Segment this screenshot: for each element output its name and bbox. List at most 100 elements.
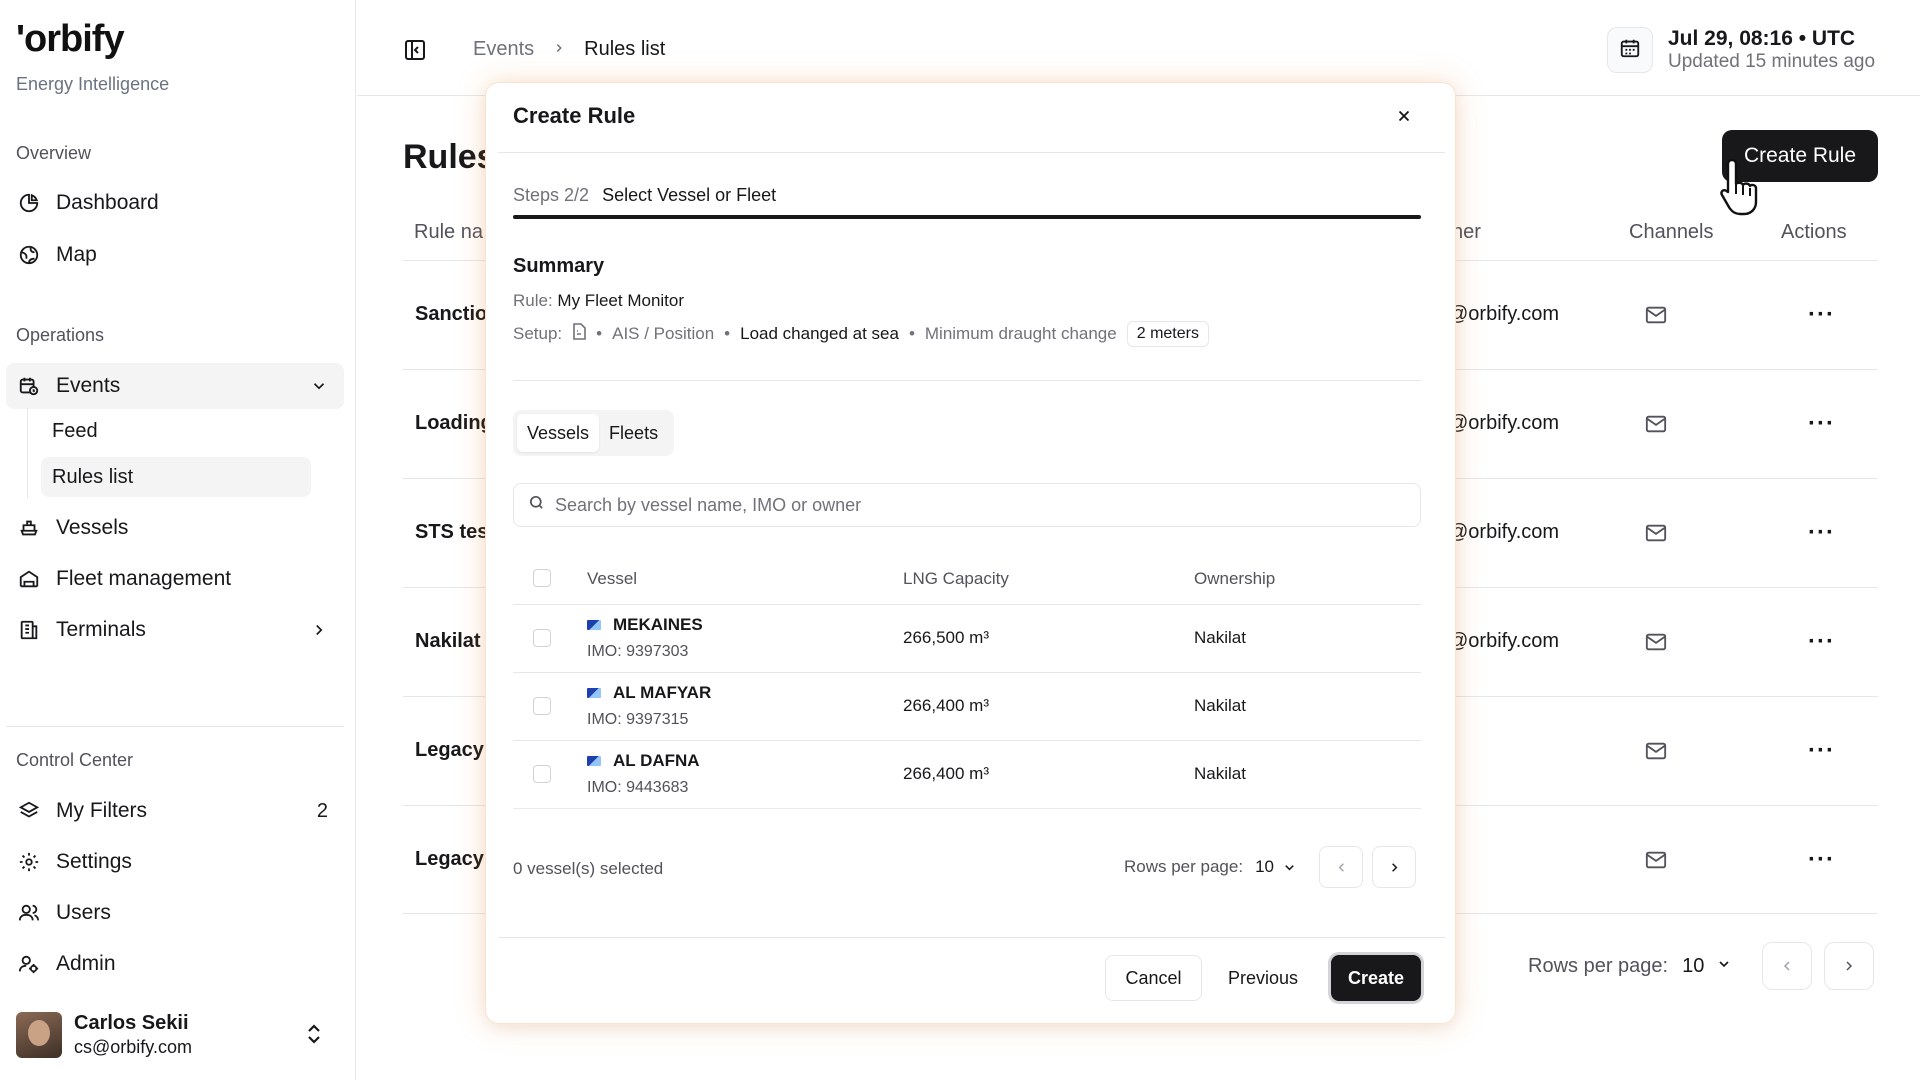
- vessel-search-input[interactable]: [555, 494, 1375, 516]
- users-icon: [16, 900, 42, 926]
- rows-per-page-select[interactable]: 10: [1682, 955, 1732, 978]
- rule-name: Legacy: [415, 848, 484, 870]
- more-actions-icon[interactable]: ···: [1808, 846, 1835, 874]
- logo-tagline: Energy Intelligence: [16, 74, 170, 94]
- sidebar-subitem-label: Rules list: [52, 465, 134, 488]
- more-actions-icon[interactable]: ···: [1808, 737, 1835, 765]
- tab-fleets[interactable]: Fleets: [599, 414, 668, 452]
- orbify-logo[interactable]: 'orbify: [16, 18, 125, 61]
- row-checkbox[interactable]: [533, 765, 551, 783]
- column-header-rule-name[interactable]: Rule na: [414, 221, 483, 244]
- sidebar-item-settings[interactable]: Settings: [6, 839, 344, 885]
- sidebar-item-events[interactable]: Events: [6, 363, 344, 409]
- sidebar-subitem-rules-list[interactable]: Rules list: [41, 457, 311, 497]
- step-count: Steps 2/2: [513, 185, 590, 205]
- column-header-owner[interactable]: ner: [1452, 221, 1481, 244]
- summary-divider: [513, 380, 1421, 381]
- rows-per-page-label: Rows per page:: [1124, 857, 1244, 876]
- vessel-name: MEKAINES: [613, 615, 703, 634]
- search-box: [513, 483, 1421, 527]
- user-profile[interactable]: Carlos Sekii cs@orbify.com: [16, 1010, 336, 1060]
- sidebar-item-admin[interactable]: Admin: [6, 941, 344, 987]
- sidebar-item-vessels[interactable]: Vessels: [6, 505, 344, 551]
- close-icon[interactable]: [1389, 101, 1419, 131]
- vessel-row[interactable]: MEKAINES IMO: 9397303 266,500 m³ Nakilat: [513, 605, 1421, 673]
- calendar-button[interactable]: [1607, 27, 1653, 73]
- modal-next-page-button[interactable]: [1372, 846, 1416, 888]
- chevron-right-icon[interactable]: [310, 607, 328, 653]
- sidebar-item-users[interactable]: Users: [6, 890, 344, 936]
- more-actions-icon[interactable]: ···: [1808, 301, 1835, 329]
- chevron-right-icon: [1391, 862, 1397, 872]
- vessel-fleet-tabs: Vessels Fleets: [513, 410, 674, 456]
- sidebar-item-terminals[interactable]: Terminals: [6, 607, 344, 653]
- more-actions-icon[interactable]: ···: [1808, 519, 1835, 547]
- rule-name: STS tes: [415, 521, 489, 543]
- modal-prev-page-button[interactable]: [1319, 846, 1363, 888]
- sidebar-subitem-feed[interactable]: Feed: [41, 411, 311, 451]
- gear-icon: [16, 849, 42, 875]
- hand-cursor-icon: [1718, 156, 1768, 220]
- tab-vessels[interactable]: Vessels: [517, 414, 600, 452]
- row-checkbox[interactable]: [533, 629, 551, 647]
- sidebar-item-label: Dashboard: [56, 191, 159, 214]
- vessel-capacity: 266,500 m³: [903, 628, 989, 647]
- vessel-capacity: 266,400 m³: [903, 696, 989, 715]
- mail-icon: [1645, 741, 1667, 766]
- more-actions-icon[interactable]: ···: [1808, 628, 1835, 656]
- user-name: Carlos Sekii: [74, 1012, 189, 1034]
- sidebar-item-map[interactable]: Map: [6, 232, 344, 278]
- summary-rule-key: Rule:: [513, 291, 553, 310]
- sidebar-item-label: My Filters: [56, 799, 147, 822]
- vessel-row[interactable]: AL MAFYAR IMO: 9397315 266,400 m³ Nakila…: [513, 673, 1421, 741]
- sidebar-item-my-filters[interactable]: My Filters 2: [6, 788, 344, 834]
- rule-owner: @orbify.com: [1448, 303, 1560, 325]
- prev-page-button[interactable]: [1761, 942, 1812, 990]
- rule-owner: @orbify.com: [1448, 521, 1560, 543]
- vessel-row[interactable]: AL DAFNA IMO: 9443683 266,400 m³ Nakilat: [513, 741, 1421, 809]
- chevron-down-icon: [1285, 864, 1294, 870]
- modal-divider: [498, 152, 1445, 153]
- mail-icon: [1645, 850, 1667, 875]
- page-title: Rules: [403, 138, 496, 176]
- cancel-button[interactable]: Cancel: [1105, 955, 1202, 1001]
- rows-per-page-select[interactable]: 10: [1255, 857, 1297, 877]
- rule-name: Sanctio: [415, 303, 488, 325]
- section-label-control-center: Control Center: [16, 750, 134, 770]
- sidebar-item-label: Events: [56, 374, 121, 397]
- chevrons-up-down-icon[interactable]: [304, 1022, 324, 1051]
- summary-rule: Rule: My Fleet Monitor: [513, 291, 684, 311]
- column-header-channels[interactable]: Channels: [1629, 221, 1714, 244]
- breadcrumb-events[interactable]: Events: [473, 38, 534, 61]
- sidebar-item-label: Terminals: [56, 618, 146, 641]
- sidebar-item-dashboard[interactable]: Dashboard: [6, 180, 344, 226]
- mail-icon: [1645, 523, 1667, 548]
- vessel-capacity: 266,400 m³: [903, 764, 989, 783]
- summary-source: AIS / Position: [612, 324, 715, 343]
- previous-button[interactable]: Previous: [1212, 955, 1314, 1001]
- chevron-right-icon: [1846, 961, 1852, 971]
- flag-icon: [587, 756, 601, 766]
- select-all-checkbox[interactable]: [533, 569, 551, 587]
- flag-icon: [587, 620, 601, 630]
- step-title: Select Vessel or Fleet: [602, 185, 777, 205]
- rule-owner: @orbify.com: [1448, 630, 1560, 652]
- selection-count: 0 vessel(s) selected: [513, 859, 664, 878]
- sidebar-toggle-icon[interactable]: [403, 38, 427, 62]
- sidebar-item-fleet-management[interactable]: Fleet management: [6, 556, 344, 602]
- column-header-actions: Actions: [1781, 221, 1847, 243]
- row-checkbox[interactable]: [533, 697, 551, 715]
- next-page-button[interactable]: [1823, 942, 1874, 990]
- summary-param: Minimum draught change: [924, 324, 1117, 343]
- more-actions-icon[interactable]: ···: [1808, 410, 1835, 438]
- document-icon: [572, 323, 586, 345]
- calendar-icon: [1619, 37, 1641, 64]
- flag-icon: [587, 688, 601, 698]
- chevron-down-icon: [1719, 960, 1729, 967]
- column-header-lng-capacity: LNG Capacity: [903, 569, 1009, 588]
- sidebar-item-label: Vessels: [56, 516, 129, 539]
- section-label-operations: Operations: [16, 325, 105, 345]
- create-button[interactable]: Create: [1331, 955, 1421, 1001]
- mail-icon: [1645, 414, 1667, 439]
- chevron-down-icon[interactable]: [310, 363, 328, 409]
